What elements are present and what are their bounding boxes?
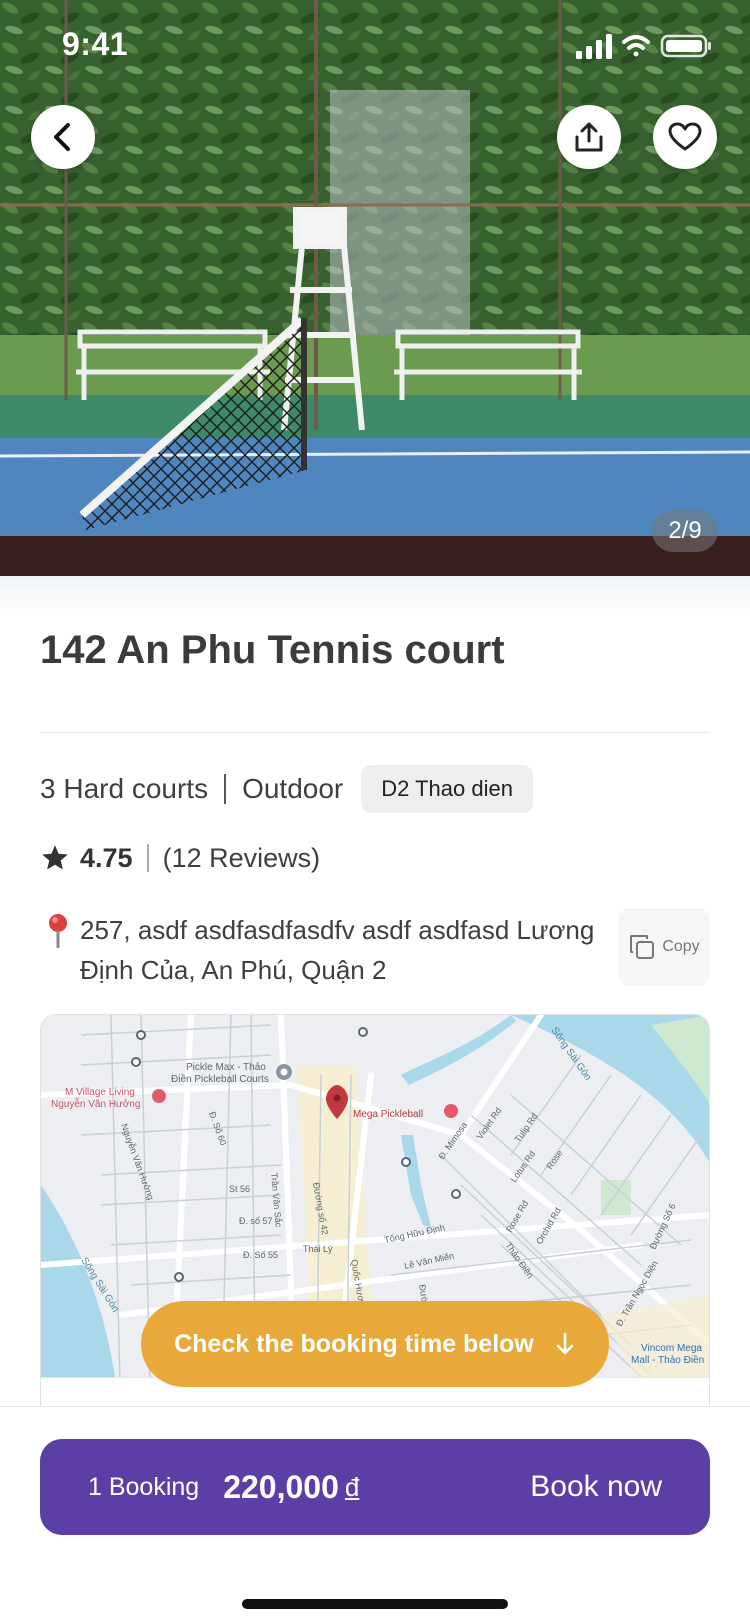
wifi-icon — [622, 35, 650, 57]
map-label-mega: Mega Pickleball — [353, 1109, 423, 1120]
svg-text:Nguyễn Văn Hưởng: Nguyễn Văn Hưởng — [51, 1097, 140, 1110]
svg-text:Mall - Thảo Điền: Mall - Thảo Điền — [631, 1354, 704, 1366]
back-button[interactable] — [31, 105, 95, 169]
image-counter: 2/9 — [652, 510, 718, 552]
status-bar: 9:41 — [0, 0, 750, 92]
signal-icon — [576, 34, 612, 59]
venue-meta: 3 Hard courts Outdoor D2 Thao dien — [40, 764, 533, 814]
share-icon — [575, 122, 603, 152]
check-booking-label: Check the booking time below — [174, 1329, 534, 1358]
address-text: 257, asdf asdfasdfasdfv asdf asdfasd Lươ… — [80, 915, 595, 985]
venue-title: 142 An Phu Tennis court — [40, 628, 505, 672]
heart-icon — [668, 122, 702, 151]
check-booking-button[interactable]: Check the booking time below — [141, 1301, 609, 1387]
booking-count: 1 Booking — [88, 1472, 200, 1501]
pin-icon — [49, 914, 67, 948]
map-label-village: M Village Living — [65, 1087, 135, 1098]
svg-text:Điền Pickleball Courts: Điền Pickleball Courts — [171, 1073, 269, 1085]
book-now-bar[interactable]: 1 Booking 220,000 đ Book now — [40, 1439, 710, 1535]
district-tag[interactable]: D2 Thao dien — [361, 765, 533, 813]
meta-separator — [224, 774, 227, 804]
favorite-button[interactable] — [653, 105, 717, 169]
review-count: (12 Reviews) — [162, 842, 321, 873]
divider — [40, 732, 710, 733]
hero-gallery[interactable]: 9:41 2/9 — [0, 0, 750, 576]
rating-value: 4.75 — [80, 842, 133, 873]
back-icon — [54, 123, 70, 151]
copy-label: Copy — [662, 938, 700, 955]
copy-address-button[interactable]: Copy — [618, 908, 710, 986]
status-icons — [576, 34, 711, 59]
rating[interactable]: 4.75 (12 Reviews) — [40, 838, 320, 878]
court-environment: Outdoor — [242, 773, 344, 804]
home-indicator[interactable] — [242, 1599, 508, 1609]
booking-price: 220,000 — [223, 1468, 339, 1505]
star-icon — [42, 845, 68, 870]
court-count: 3 Hard courts — [40, 773, 209, 804]
sheet-shadow — [0, 576, 750, 616]
arrow-down-icon — [556, 1332, 574, 1355]
svg-text:Đ. Số 55: Đ. Số 55 — [243, 1250, 278, 1260]
status-time: 9:41 — [62, 26, 129, 62]
share-button[interactable] — [557, 105, 621, 169]
book-now-button[interactable]: Book now — [530, 1470, 662, 1504]
svg-text:Thái Lý: Thái Lý — [303, 1244, 333, 1254]
battery-icon — [660, 34, 711, 58]
bottom-bar: 1 Booking 220,000 đ Book now — [0, 1406, 750, 1624]
address: 257, asdf asdfasdfasdfv asdf asdfasd Lươ… — [40, 910, 600, 990]
booking-currency: đ — [344, 1471, 360, 1502]
rating-separator — [146, 844, 149, 872]
copy-icon — [630, 935, 655, 959]
svg-text:Đ. số 57: Đ. số 57 — [239, 1216, 273, 1226]
map-label-vincom: Vincom Mega — [641, 1343, 702, 1354]
map-label-pickle-max: Pickle Max - Thảo — [186, 1062, 266, 1073]
svg-text:St 56: St 56 — [229, 1184, 250, 1194]
